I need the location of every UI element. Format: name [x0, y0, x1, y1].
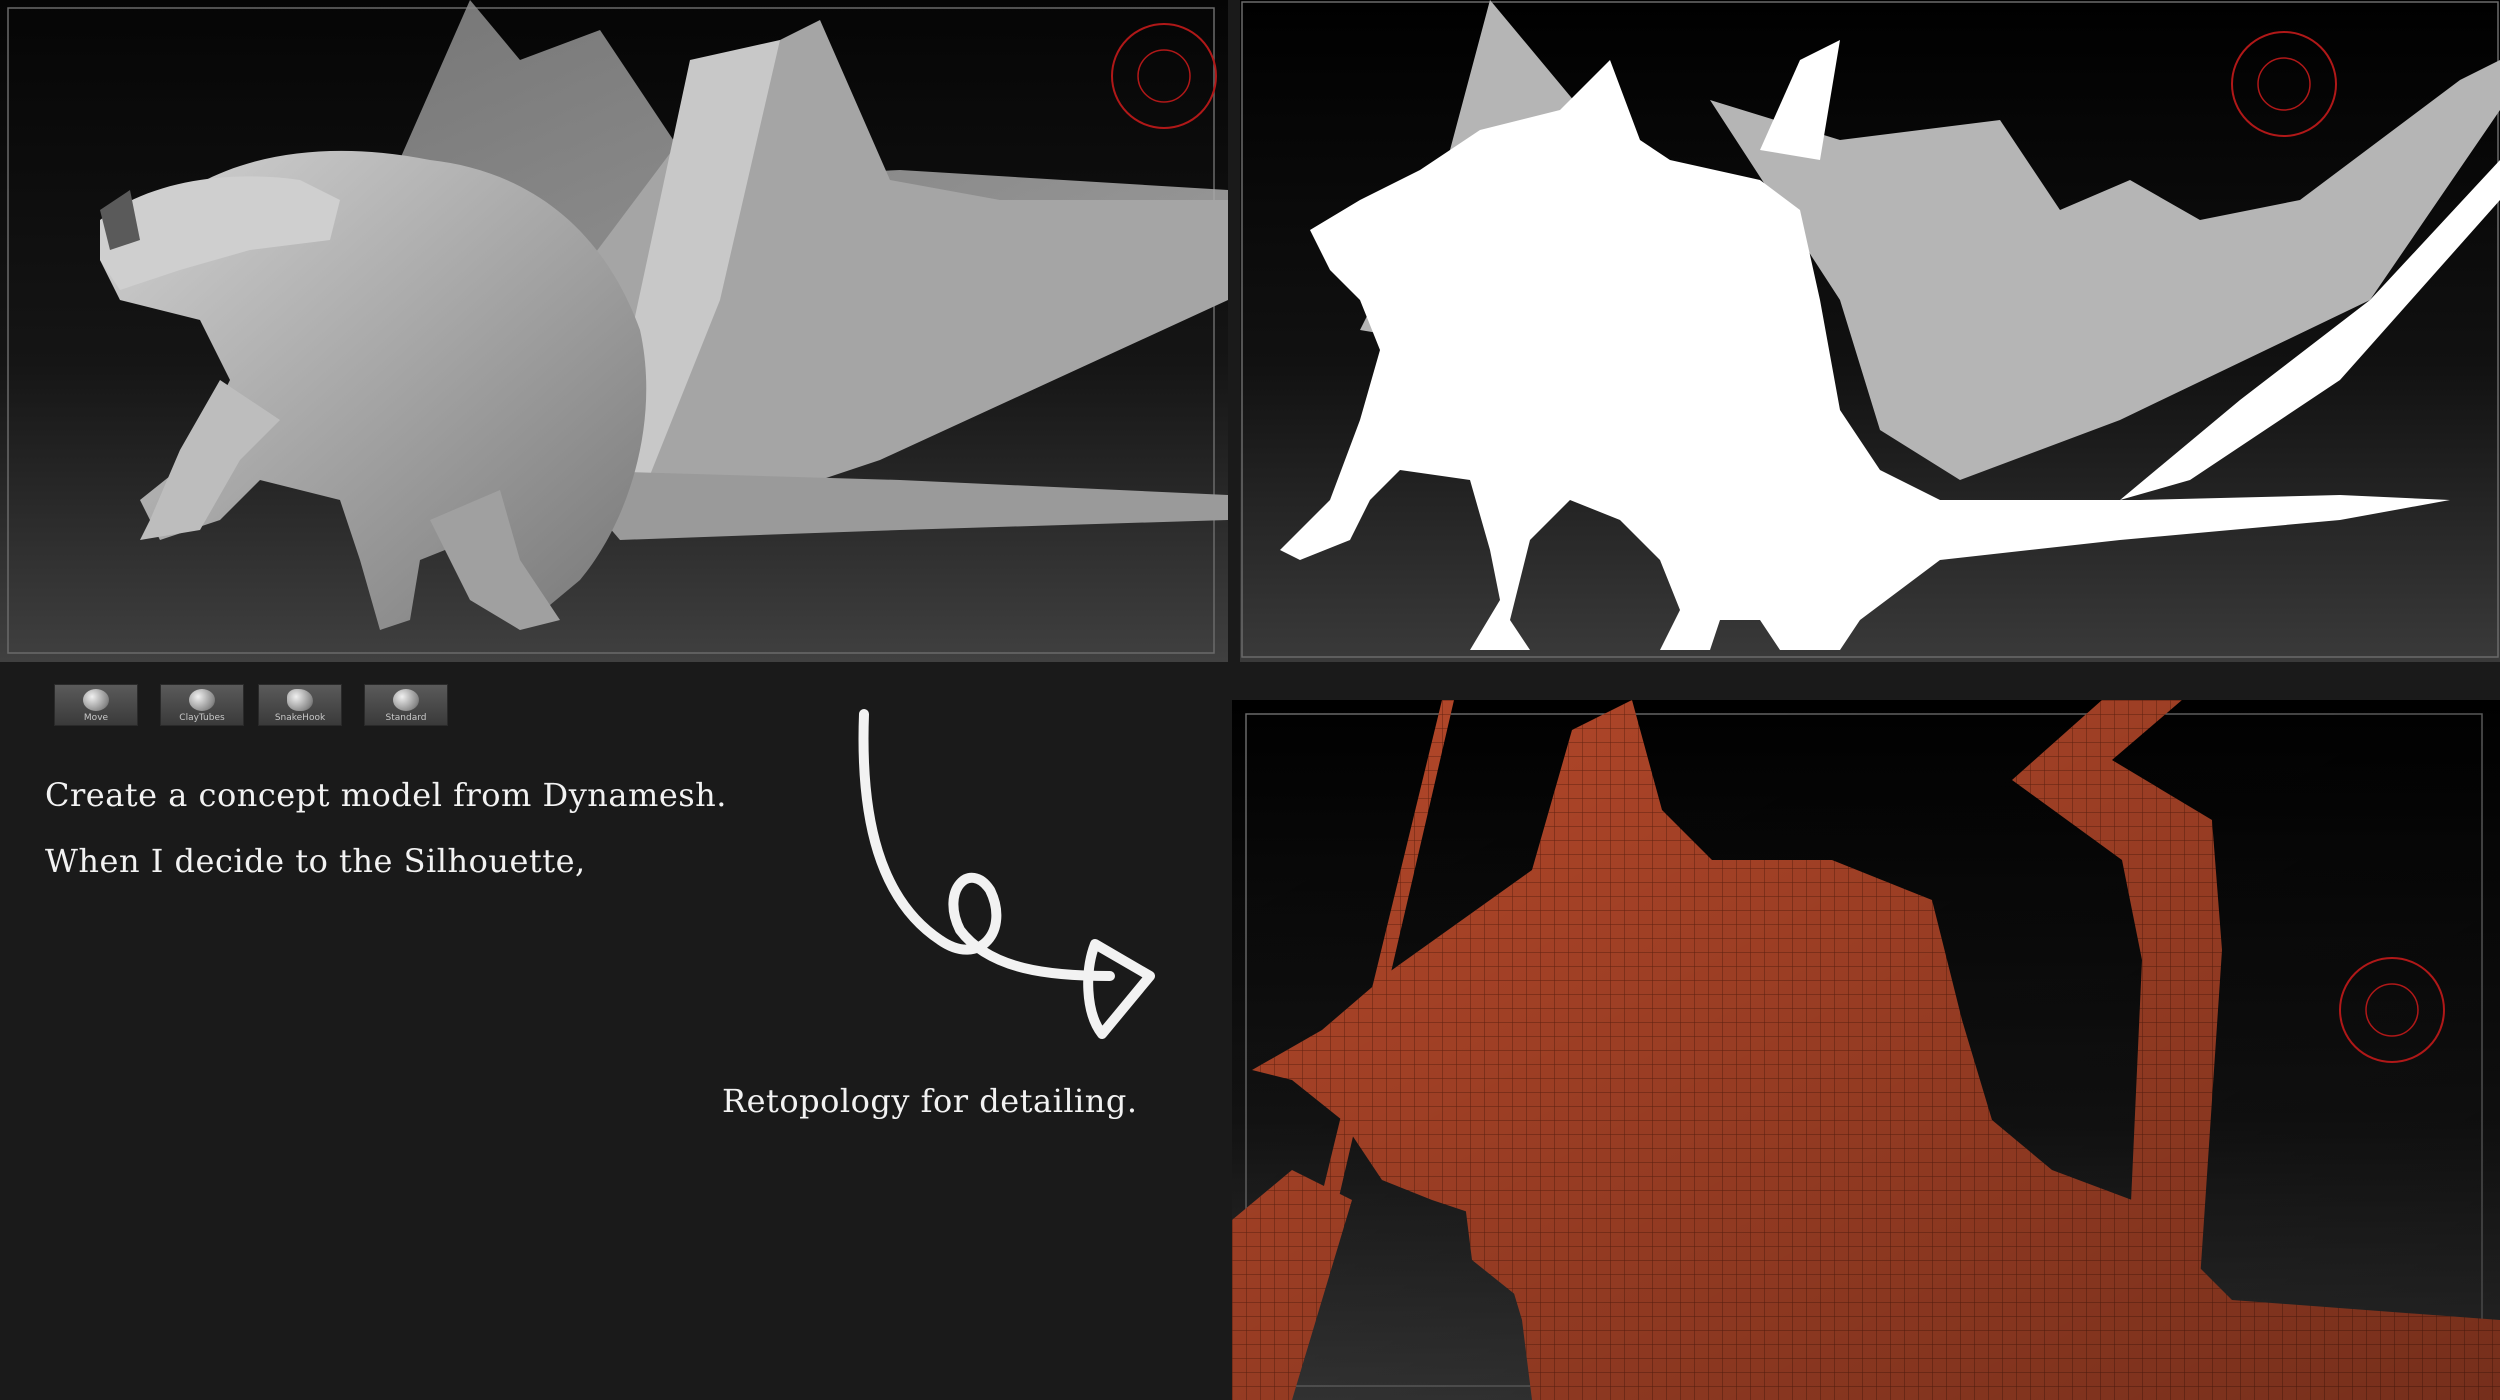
brush-move[interactable]: Move: [54, 684, 138, 726]
brush-standard[interactable]: Standard: [364, 684, 448, 726]
brush-claytubes[interactable]: ClayTubes: [160, 684, 244, 726]
brush-label: SnakeHook: [274, 713, 326, 723]
curved-arrow-icon: [858, 709, 1155, 1039]
standard-brush-icon: [393, 689, 419, 711]
brush-label: ClayTubes: [179, 713, 225, 723]
snakehook-brush-icon: [287, 689, 313, 711]
caption-concept-model: Create a concept model from Dynamesh.: [45, 776, 727, 814]
move-brush-icon: [83, 689, 109, 711]
caption-silhouette: When I decide to the Silhouette,: [45, 842, 586, 880]
retopology-viewport: [1232, 700, 2500, 1400]
claytubes-brush-icon: [189, 689, 215, 711]
brush-label: Move: [83, 713, 109, 723]
brush-label: Standard: [385, 713, 427, 723]
brush-snakehook[interactable]: SnakeHook: [258, 684, 342, 726]
silhouette-viewport: [1240, 0, 2500, 662]
brush-palette: Move ClayTubes SnakeHook Standard: [54, 684, 454, 728]
caption-retopology: Retopology for detailing.: [722, 1082, 1138, 1120]
sculpt-viewport: [0, 0, 1228, 662]
